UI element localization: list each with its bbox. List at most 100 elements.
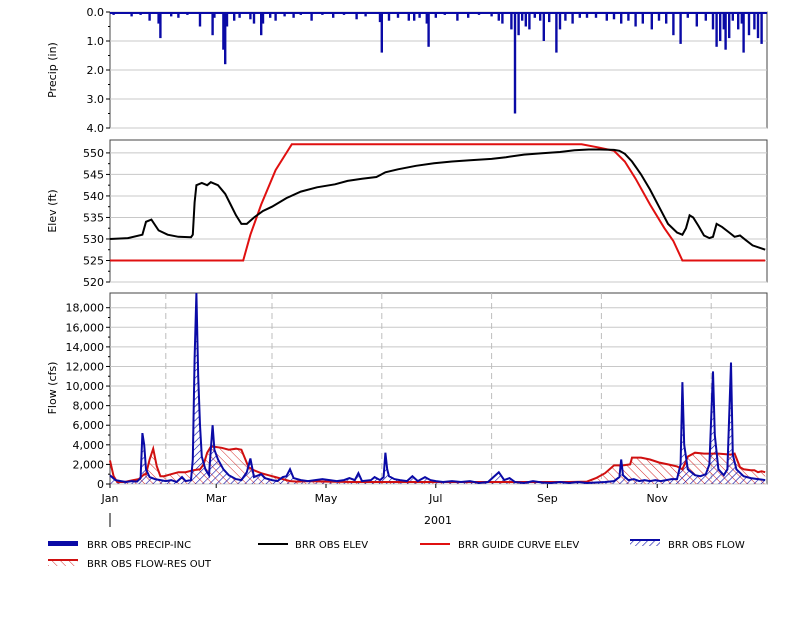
legend-label-elev: BRR OBS ELEV	[295, 540, 368, 551]
precip-bar	[742, 12, 745, 53]
precip-bar	[728, 12, 731, 39]
x-tick-label: Mar	[206, 492, 227, 505]
precip-bar	[594, 12, 598, 18]
precip-bar	[517, 12, 520, 36]
precip-bar	[510, 12, 513, 30]
precip-bar	[274, 12, 277, 21]
precip-bar	[578, 12, 581, 18]
flow-y-tick-label: 10,000	[66, 380, 105, 393]
precip-panel: 0.0 1.0 2.0 3.0 4.0 Precip (in)	[46, 6, 768, 135]
x-tick-label: May	[315, 492, 338, 505]
precip-bar	[249, 12, 252, 20]
precip-bar	[521, 12, 524, 21]
legend: BRR OBS PRECIP-INC BRR OBS ELEV BRR GUID…	[48, 539, 745, 570]
precip-bar	[121, 12, 124, 14]
precip-bar	[627, 12, 630, 21]
precip-bar	[513, 12, 517, 114]
precip-bar	[170, 12, 173, 17]
hydrograph-chart: 0.0 1.0 2.0 3.0 4.0 Precip (in) 520 525 530 535…	[46, 6, 768, 570]
precip-bar	[686, 12, 689, 18]
precip-bar	[490, 12, 493, 17]
precip-bar	[528, 12, 531, 30]
flow-y-ticks: 0 2,000 4,000 6,000 8,000 10,000 12,000 14,000 1…	[66, 302, 110, 491]
precip-bar	[704, 12, 707, 21]
precip-bar	[332, 12, 335, 18]
legend-item-res-out: BRR OBS FLOW-RES OUT	[48, 559, 212, 570]
legend-swatch-precip	[48, 541, 78, 546]
precip-bar	[497, 12, 500, 21]
precip-bar	[443, 12, 446, 15]
flow-y-tick-label: 2,000	[73, 458, 105, 471]
precip-bar	[695, 12, 698, 27]
precip-bar	[213, 12, 216, 18]
precip-bar	[177, 12, 180, 18]
legend-label-precip: BRR OBS PRECIP-INC	[87, 540, 191, 551]
elev-y-ticks: 520 525 530 535 540 545 550	[83, 147, 110, 289]
precip-bar	[605, 12, 608, 21]
flow-y-axis-label: Flow (cfs)	[46, 362, 59, 415]
precip-bar	[283, 12, 286, 17]
precip-y-tick-label: 0.0	[87, 6, 105, 19]
precip-bar	[665, 12, 668, 24]
x-tick-label: Jan	[101, 492, 119, 505]
precip-bar	[672, 12, 675, 36]
precip-bar	[731, 12, 734, 21]
precip-bar	[148, 12, 151, 21]
flow-y-tick-label: 12,000	[66, 360, 105, 373]
x-tick-label: Nov	[646, 492, 668, 505]
precip-bar	[634, 12, 637, 27]
precip-y-axis-label: Precip (in)	[46, 42, 59, 98]
precip-bar	[753, 12, 756, 30]
legend-label-flow: BRR OBS FLOW	[668, 540, 745, 551]
precip-bar	[456, 12, 459, 21]
precip-bar	[238, 12, 241, 18]
precip-bar	[724, 12, 727, 50]
flow-y-tick-label: 8,000	[73, 400, 105, 413]
flow-y-tick-label: 18,000	[66, 302, 105, 315]
x-axis-year-label: 2001	[424, 514, 452, 527]
precip-bar	[711, 12, 715, 30]
precip-bar	[477, 12, 481, 15]
legend-item-guide: BRR GUIDE CURVE ELEV	[420, 540, 579, 551]
x-tick-label: Jul	[428, 492, 442, 505]
precip-bar	[159, 12, 162, 39]
precip-bar	[524, 12, 527, 27]
precip-bar	[719, 12, 722, 41]
precip-bar	[620, 12, 623, 24]
legend-item-flow: BRR OBS FLOW	[630, 539, 745, 551]
legend-label-guide: BRR GUIDE CURVE ELEV	[458, 540, 579, 551]
flow-y-tick-label: 0	[97, 478, 104, 491]
precip-bar	[548, 12, 551, 23]
precip-bar	[198, 12, 202, 27]
precip-bar	[539, 12, 542, 21]
precip-bar	[139, 12, 142, 15]
elev-y-tick-label: 540	[83, 190, 104, 203]
precip-bar	[558, 12, 562, 30]
flow-y-tick-label: 6,000	[73, 419, 105, 432]
flow-x-ticks: Jan Mar May Jul Sep Nov	[101, 484, 668, 505]
elev-y-tick-label: 525	[83, 254, 104, 267]
precip-bar	[650, 12, 653, 30]
precip-bar	[747, 12, 751, 36]
precip-bar	[342, 12, 346, 15]
elev-y-tick-label: 535	[83, 211, 104, 224]
precip-bar	[321, 12, 324, 15]
flow-y-tick-label: 16,000	[66, 321, 105, 334]
precip-bar	[427, 12, 430, 47]
precip-bar	[657, 12, 661, 21]
precip-bar	[571, 12, 574, 24]
precip-bar	[641, 12, 644, 24]
elev-y-tick-label: 545	[83, 168, 104, 181]
flow-panel: 0 2,000 4,000 6,000 8,000 10,000 12,000 14,000 1…	[46, 292, 768, 527]
elev-panel: 520 525 530 535 540 545 550 Elev (ft)	[46, 139, 768, 289]
precip-bar	[756, 12, 760, 39]
precip-bar	[413, 12, 416, 21]
precip-bar	[737, 12, 740, 30]
precip-bar	[233, 12, 236, 21]
precip-y-tick-label: 4.0	[87, 122, 105, 135]
precip-bar	[760, 12, 763, 44]
legend-item-precip: BRR OBS PRECIP-INC	[48, 540, 191, 551]
precip-bar	[380, 12, 383, 53]
precip-bar	[225, 12, 229, 27]
precip-bar	[555, 12, 558, 53]
